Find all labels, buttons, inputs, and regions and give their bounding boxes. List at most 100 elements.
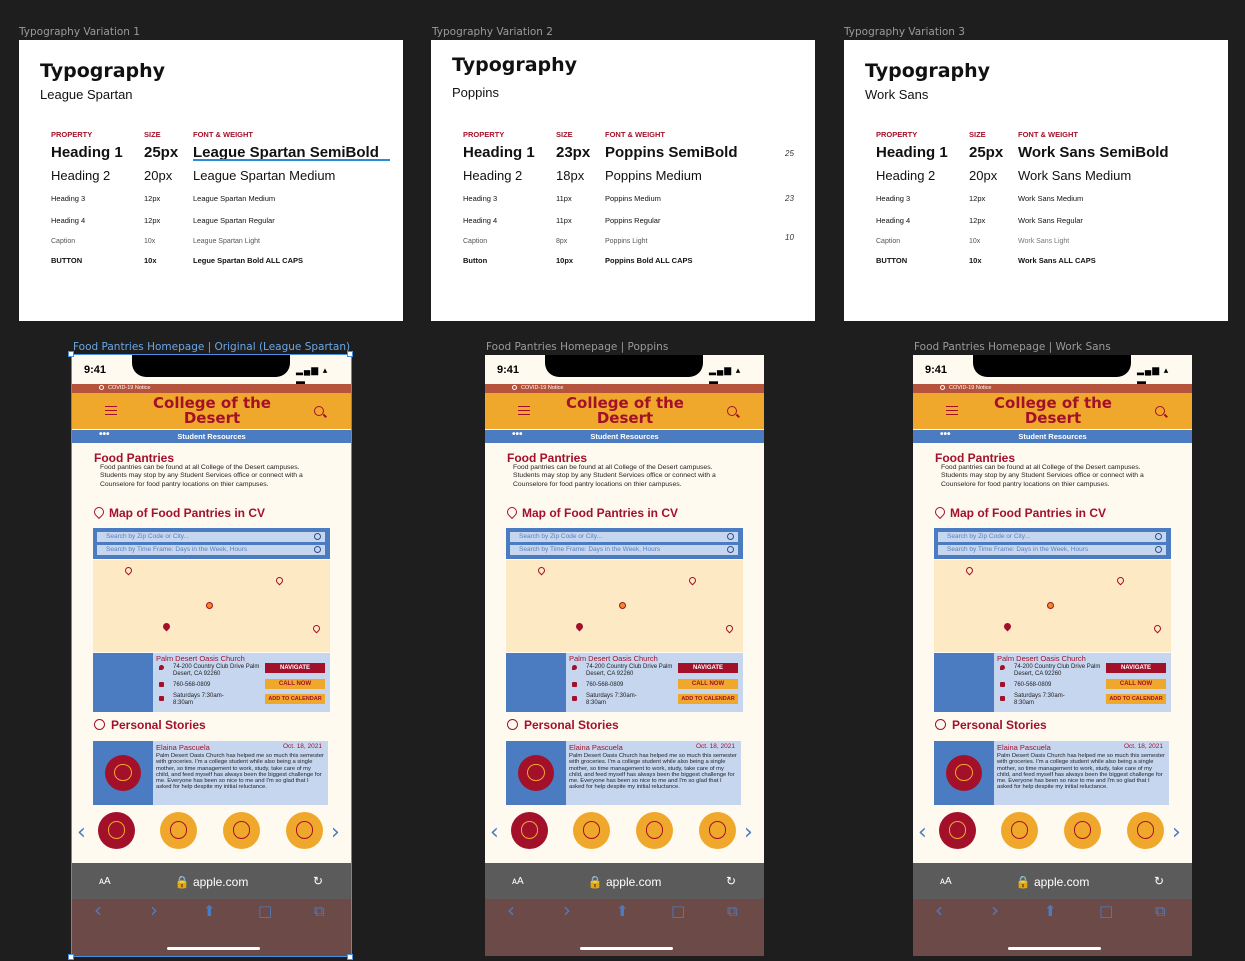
share-icon[interactable]: ⬆ [203, 902, 216, 920]
carousel-next-arrow-icon[interactable]: › [744, 820, 753, 845]
typography-card[interactable]: Typography League Spartan PROPERTY SIZE FONT… [19, 40, 403, 321]
reload-icon[interactable]: ↻ [726, 874, 736, 888]
location-name[interactable]: Palm Desert Oasis Church [569, 654, 658, 663]
bookmarks-icon[interactable]: □ [671, 902, 685, 920]
story-carousel-avatar[interactable] [699, 812, 736, 849]
home-indicator[interactable] [1008, 947, 1101, 950]
phone-mockup[interactable]: 9:41 ▂▄▆ ▴ ▬ COVID-19 Notice College of … [485, 355, 764, 956]
student-resources-link[interactable]: Student Resources [913, 432, 1192, 441]
food-pantry-map[interactable] [93, 560, 330, 652]
site-title[interactable]: College of the Desert [142, 396, 282, 426]
frame-label-typography-2[interactable]: Typography Variation 2 [432, 26, 553, 38]
location-card[interactable]: Palm Desert Oasis Church 74-200 Country … [93, 653, 330, 712]
tabs-icon[interactable]: ⧉ [727, 902, 738, 920]
student-resources-link[interactable]: Student Resources [485, 432, 764, 441]
share-icon[interactable]: ⬆ [616, 902, 629, 920]
hamburger-menu-icon[interactable] [105, 406, 117, 415]
map-pin-icon[interactable] [964, 565, 975, 576]
resize-handle[interactable] [347, 954, 353, 960]
hamburger-menu-icon[interactable] [946, 406, 958, 415]
story-carousel-avatar[interactable] [223, 812, 260, 849]
navigate-button[interactable]: NAVIGATE [1106, 663, 1166, 673]
story-carousel-avatar[interactable] [286, 812, 323, 849]
covid-notice-bar[interactable]: COVID-19 Notice [485, 384, 764, 393]
map-pin-icon[interactable] [724, 623, 735, 634]
add-to-calendar-button[interactable]: ADD TO CALENDAR [678, 694, 738, 704]
search-zip-input[interactable]: Search by Zip Code or City... [510, 532, 738, 542]
location-name[interactable]: Palm Desert Oasis Church [997, 654, 1086, 663]
frame-label-typography-1[interactable]: Typography Variation 1 [19, 26, 140, 38]
map-pin-icon[interactable] [1115, 575, 1126, 586]
story-carousel-avatar[interactable] [1001, 812, 1038, 849]
carousel-prev-arrow-icon[interactable]: ‹ [918, 820, 927, 845]
reload-icon[interactable]: ↻ [1154, 874, 1164, 888]
map-pin-icon[interactable] [311, 623, 322, 634]
frame-label-phone-3[interactable]: Food Pantries Homepage | Work Sans [914, 341, 1111, 353]
map-pin-icon[interactable] [536, 565, 547, 576]
selected-map-pin-icon[interactable] [161, 621, 172, 632]
call-now-button[interactable]: CALL NOW [265, 679, 325, 689]
site-title[interactable]: College of the Desert [555, 396, 695, 426]
story-card[interactable]: Elaina Pascuela Oct. 18, 2021 Palm Deser… [934, 741, 1169, 805]
search-time-input[interactable]: Search by Time Frame: Days in the Week, … [97, 545, 325, 555]
typography-card[interactable]: Typography Work Sans PROPERTY SIZE FONT & WE… [844, 40, 1228, 321]
hamburger-menu-icon[interactable] [518, 406, 530, 415]
story-card[interactable]: Elaina Pascuela Oct. 18, 2021 Palm Deser… [506, 741, 741, 805]
home-indicator[interactable] [167, 947, 260, 950]
selected-map-pin-icon[interactable] [1002, 621, 1013, 632]
carousel-next-arrow-icon[interactable]: › [331, 820, 340, 845]
bookmarks-icon[interactable]: □ [258, 902, 272, 920]
student-resources-link[interactable]: Student Resources [72, 432, 351, 441]
phone-mockup[interactable]: 9:41 ▂▄▆ ▴ ▬ COVID-19 Notice College of … [72, 355, 351, 956]
map-pin-icon[interactable] [123, 565, 134, 576]
frame-label-phone-2[interactable]: Food Pantries Homepage | Poppins [486, 341, 668, 353]
story-carousel-avatar[interactable] [573, 812, 610, 849]
tabs-icon[interactable]: ⧉ [314, 902, 325, 920]
call-now-button[interactable]: CALL NOW [678, 679, 738, 689]
map-pin-icon[interactable] [687, 575, 698, 586]
bookmarks-icon[interactable]: □ [1099, 902, 1113, 920]
typography-card[interactable]: Typography Poppins PROPERTY SIZE FONT & WEIG… [431, 40, 815, 321]
covid-notice-bar[interactable]: COVID-19 Notice [913, 384, 1192, 393]
share-icon[interactable]: ⬆ [1044, 902, 1057, 920]
map-pin-icon[interactable] [1152, 623, 1163, 634]
back-icon[interactable]: ‹ [94, 898, 102, 922]
add-to-calendar-button[interactable]: ADD TO CALENDAR [1106, 694, 1166, 704]
call-now-button[interactable]: CALL NOW [1106, 679, 1166, 689]
back-icon[interactable]: ‹ [935, 898, 943, 922]
story-carousel-avatar[interactable] [636, 812, 673, 849]
location-card[interactable]: Palm Desert Oasis Church 74-200 Country … [506, 653, 743, 712]
story-carousel-avatar[interactable] [160, 812, 197, 849]
navigate-button[interactable]: NAVIGATE [265, 663, 325, 673]
carousel-next-arrow-icon[interactable]: › [1172, 820, 1181, 845]
search-icon[interactable] [727, 406, 737, 416]
search-zip-input[interactable]: Search by Zip Code or City... [938, 532, 1166, 542]
forward-icon[interactable]: › [150, 898, 158, 922]
url-field[interactable]: 🔒 apple.com [485, 875, 764, 889]
navigate-button[interactable]: NAVIGATE [678, 663, 738, 673]
story-carousel-avatar[interactable] [1064, 812, 1101, 849]
phone-mockup[interactable]: 9:41 ▂▄▆ ▴ ▬ COVID-19 Notice College of … [913, 355, 1192, 956]
resize-handle[interactable] [68, 954, 74, 960]
food-pantry-map[interactable] [506, 560, 743, 652]
search-time-input[interactable]: Search by Time Frame: Days in the Week, … [938, 545, 1166, 555]
url-field[interactable]: 🔒 apple.com [913, 875, 1192, 889]
search-icon[interactable] [1155, 406, 1165, 416]
home-indicator[interactable] [580, 947, 673, 950]
carousel-prev-arrow-icon[interactable]: ‹ [77, 820, 86, 845]
frame-label-typography-3[interactable]: Typography Variation 3 [844, 26, 965, 38]
site-title[interactable]: College of the Desert [983, 396, 1123, 426]
search-zip-input[interactable]: Search by Zip Code or City... [97, 532, 325, 542]
tabs-icon[interactable]: ⧉ [1155, 902, 1166, 920]
story-card[interactable]: Elaina Pascuela Oct. 18, 2021 Palm Deser… [93, 741, 328, 805]
selected-map-pin-icon[interactable] [574, 621, 585, 632]
location-card[interactable]: Palm Desert Oasis Church 74-200 Country … [934, 653, 1171, 712]
map-pin-icon[interactable] [274, 575, 285, 586]
resize-handle[interactable] [347, 351, 353, 357]
back-icon[interactable]: ‹ [507, 898, 515, 922]
story-carousel-avatar[interactable] [1127, 812, 1164, 849]
story-carousel-avatar[interactable] [98, 812, 135, 849]
carousel-prev-arrow-icon[interactable]: ‹ [490, 820, 499, 845]
food-pantry-map[interactable] [934, 560, 1171, 652]
frame-label-phone-1[interactable]: Food Pantries Homepage | Original (Leagu… [73, 341, 350, 353]
